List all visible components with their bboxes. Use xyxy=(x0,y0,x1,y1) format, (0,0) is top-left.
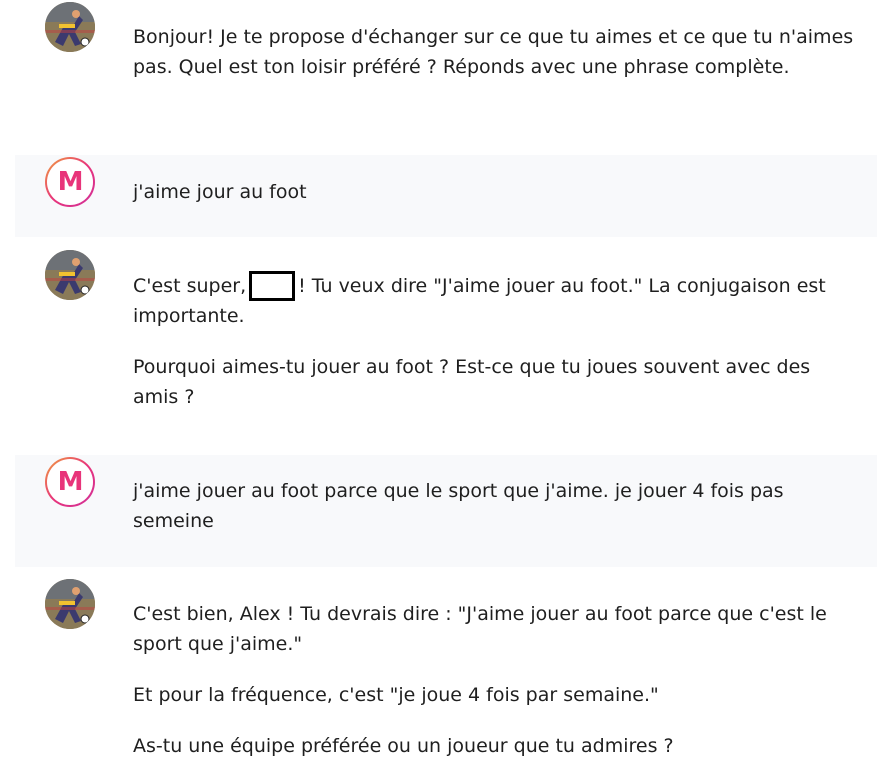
message-paragraph: j'aime jouer au foot parce que le sport … xyxy=(133,480,784,532)
bot-avatar xyxy=(45,579,95,629)
chat-message-bot: C'est bien, Alex ! Tu devrais dire : "J'… xyxy=(15,567,877,769)
soccer-player-icon xyxy=(45,579,95,629)
message-paragraph: Bonjour! Je te propose d'échanger sur ce… xyxy=(133,26,854,78)
soccer-player-icon xyxy=(45,2,95,52)
message-paragraph: Pourquoi aimes-tu jouer au foot ? Est-ce… xyxy=(133,356,811,408)
chat-message-user: M j'aime jouer au foot parce que le spor… xyxy=(15,455,877,567)
message-paragraph: C'est bien, Alex ! Tu devrais dire : "J'… xyxy=(133,603,827,655)
message-text: C'est bien, Alex ! Tu devrais dire : "J'… xyxy=(133,599,858,761)
chat-message-bot: Bonjour! Je te propose d'échanger sur ce… xyxy=(15,0,877,150)
chat-message-bot: C'est super,! Tu veux dire "J'aime jouer… xyxy=(15,237,877,455)
user-avatar: M xyxy=(45,157,95,207)
message-text: C'est super,! Tu veux dire "J'aime jouer… xyxy=(133,271,858,412)
redacted-name-box xyxy=(249,271,296,301)
m-logo-icon: M xyxy=(57,167,84,197)
message-paragraph: As-tu une équipe préférée ou un joueur q… xyxy=(133,735,674,757)
message-paragraph: Et pour la fréquence, c'est "je joue 4 f… xyxy=(133,684,659,706)
m-logo-icon: M xyxy=(57,467,84,497)
soccer-player-icon xyxy=(45,250,95,300)
user-avatar: M xyxy=(45,457,95,507)
message-text: j'aime jour au foot xyxy=(133,177,858,207)
message-paragraph: j'aime jour au foot xyxy=(133,181,307,203)
message-text: j'aime jouer au foot parce que le sport … xyxy=(133,476,858,536)
bot-avatar xyxy=(45,2,95,52)
chat-message-user: M j'aime jour au foot xyxy=(15,155,877,237)
bot-avatar xyxy=(45,250,95,300)
message-fragment: C'est super, xyxy=(133,275,247,297)
message-paragraph: C'est super,! Tu veux dire "J'aime jouer… xyxy=(133,271,858,331)
message-text: Bonjour! Je te propose d'échanger sur ce… xyxy=(133,22,858,82)
